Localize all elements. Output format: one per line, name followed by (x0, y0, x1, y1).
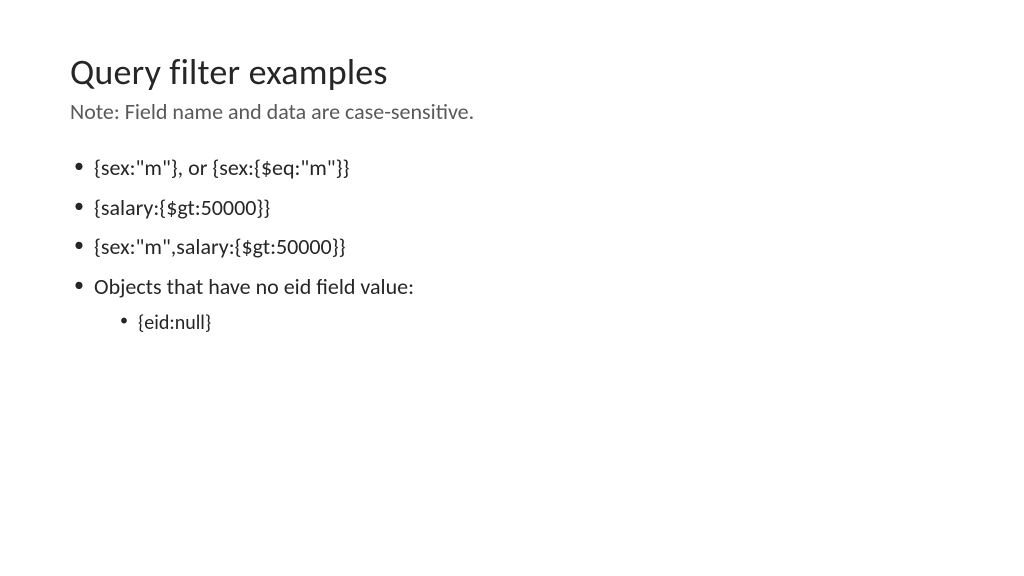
list-item-label: Objects that have no eid field value: (94, 273, 414, 300)
list-item: Objects that have no eid field value: {e… (72, 272, 954, 337)
list-item: {salary:{$gt:50000}} (72, 193, 954, 223)
list-item: {sex:"m",salary:{$gt:50000}} (72, 232, 954, 262)
sub-bullet-list: {eid:null} (94, 310, 954, 337)
bullet-list: {sex:"m"}, or {sex:{$eq:"m"}} {salary:{$… (70, 153, 954, 337)
list-item: {sex:"m"}, or {sex:{$eq:"m"}} (72, 153, 954, 183)
list-item: {eid:null} (118, 310, 954, 337)
slide-title: Query filter examples (70, 50, 954, 94)
slide-subtitle: Note: Field name and data are case-sensi… (70, 98, 954, 125)
